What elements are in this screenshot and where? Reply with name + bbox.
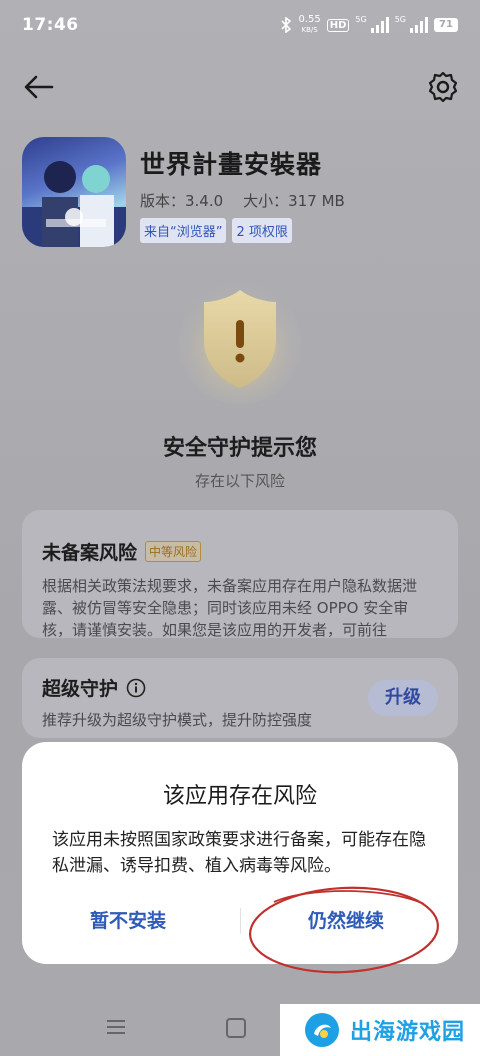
watermark-text: 出海游戏园: [350, 1020, 466, 1045]
app-name: 世界計畫安裝器: [140, 150, 323, 179]
app-icon: [22, 137, 126, 247]
app-meta: 版本：3.4.0 大小：317 MB: [140, 190, 345, 211]
permissions-tag[interactable]: 2 项权限: [232, 218, 292, 243]
app-artwork-icon: [22, 161, 126, 247]
settings-gear-icon[interactable]: [426, 70, 460, 104]
back-arrow-icon[interactable]: [22, 70, 56, 104]
security-subtitle: 存在以下风险: [194, 472, 285, 490]
status-bar: 17:46 0.55 KB/S HD 5G 5G 71: [0, 0, 480, 50]
home-icon[interactable]: [226, 1018, 246, 1038]
cancel-install-button[interactable]: 暂不安装: [90, 906, 166, 933]
risk-card-text: 根据相关政策法规要求，未备案应用存在用户隐私数据泄露、被仿冒等安全隐患；同时该应…: [42, 577, 418, 638]
risk-card: 未备案风险 中等风险 根据相关政策法规要求，未备案应用存在用户隐私数据泄露、被仿冒…: [22, 510, 458, 638]
risk-card-title: 未备案风险: [42, 542, 138, 564]
app-version: 版本：3.4.0: [140, 192, 224, 210]
bluetooth-icon: [281, 17, 292, 33]
protection-card: 超级守护 推荐升级为超级守护模式，提升防控强度 升级: [22, 658, 458, 738]
risk-level-badge: 中等风险: [145, 541, 202, 562]
dialog-title: 该应用存在风险: [162, 784, 317, 809]
app-size: 大小：317 MB: [243, 192, 345, 210]
battery-icon: 71: [434, 18, 458, 32]
dialog-message: 该应用未按照国家政策要求进行备案，可能存在隐私泄漏、诱导扣费、植入病毒等风险。: [52, 830, 426, 876]
signal-icon-2: [410, 17, 428, 33]
security-title: 安全守护提示您: [162, 436, 317, 461]
screen-background: 17:46 0.55 KB/S HD 5G 5G 71 世界計畫安裝器 版本：3…: [0, 0, 480, 1056]
recent-apps-icon[interactable]: [106, 1018, 126, 1036]
watermark-logo: 出海游戏园: [280, 1004, 480, 1056]
warning-shield-icon: [178, 280, 302, 404]
annotation-circle: [249, 886, 439, 974]
status-icons: 0.55 KB/S HD 5G 5G 71: [280, 15, 458, 35]
network-speed: 0.55 KB/S: [298, 14, 321, 35]
app-tags: 来自“浏览器” 2 项权限: [140, 218, 292, 243]
info-icon[interactable]: [126, 678, 146, 698]
dialog-button-divider: [240, 908, 241, 934]
upgrade-button[interactable]: 升级: [368, 680, 438, 716]
hd-badge: HD: [326, 18, 350, 32]
watermark-logo-icon: [305, 1013, 339, 1047]
source-tag: 来自“浏览器”: [140, 218, 227, 243]
protection-card-title: 超级守护: [42, 678, 119, 700]
signal-icon: [370, 17, 389, 33]
status-time: 17:46: [22, 15, 79, 35]
